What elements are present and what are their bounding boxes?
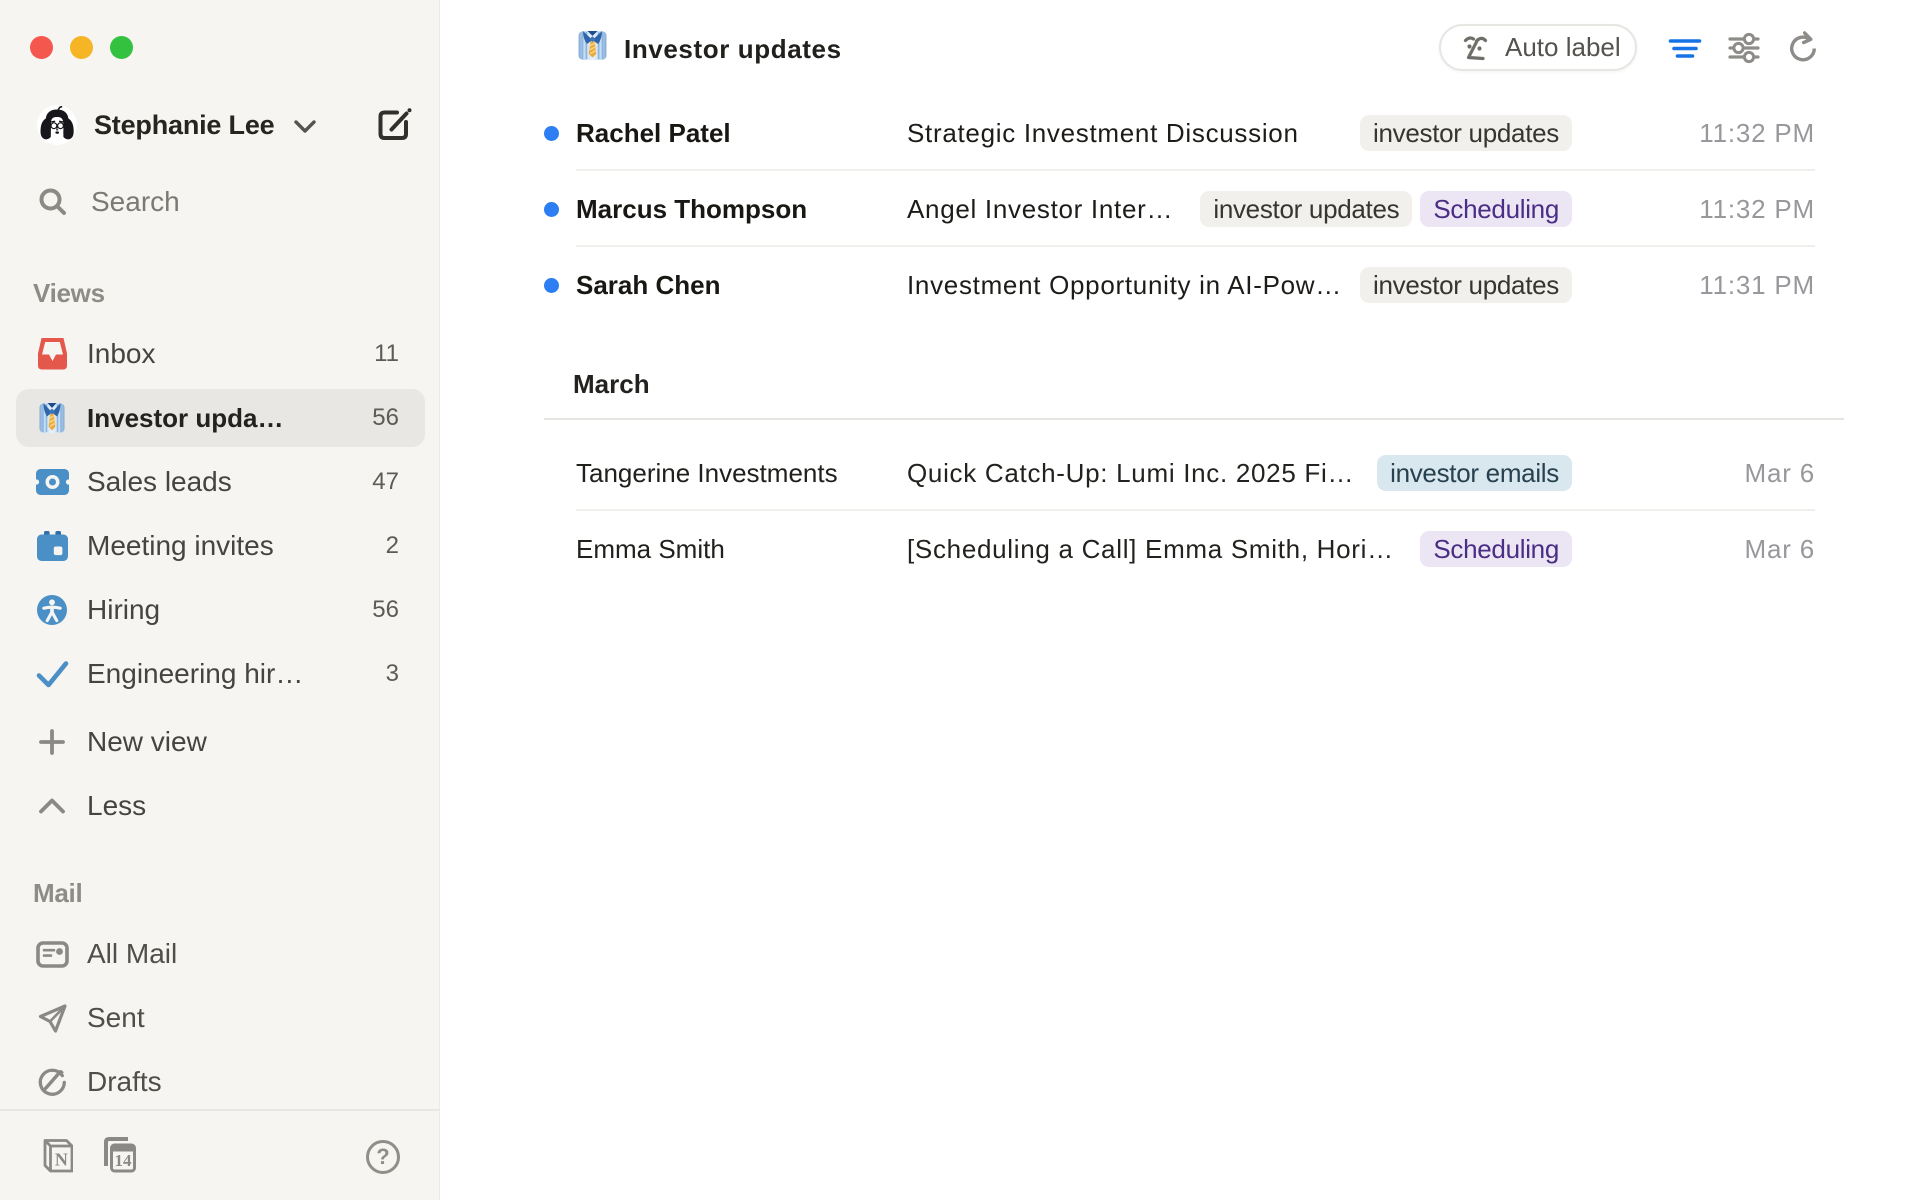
svg-text:14: 14 (115, 1151, 133, 1170)
svg-text:N: N (55, 1150, 68, 1170)
